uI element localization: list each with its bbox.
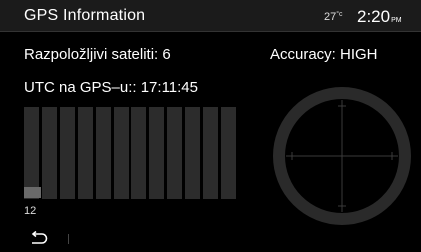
back-arrow-icon[interactable] bbox=[29, 231, 49, 245]
page-title: GPS Information bbox=[24, 7, 146, 24]
satellite-id-label: 12 bbox=[24, 205, 37, 217]
signal-bar bbox=[95, 107, 111, 199]
bottom-bar-divider bbox=[68, 234, 69, 244]
signal-bar bbox=[59, 107, 75, 199]
clock-ampm: PM bbox=[391, 17, 402, 24]
satellite-signal-level bbox=[24, 187, 41, 198]
temperature-unit: °c bbox=[336, 11, 343, 18]
signal-bar bbox=[113, 107, 129, 199]
utc-time-label: UTC na GPS–u:: 17:11:45 bbox=[24, 79, 198, 96]
clock-time: 2:20 bbox=[357, 7, 391, 26]
header-bar: GPS Information 27°c 2:20PM bbox=[0, 0, 421, 31]
temperature-value: 27 bbox=[324, 11, 337, 23]
clock-display: 2:20PM bbox=[357, 7, 402, 27]
header-divider bbox=[0, 31, 421, 32]
temperature-display: 27°c bbox=[324, 11, 343, 23]
satellites-available-label: Razpoložljivi sateliti: 6 bbox=[24, 46, 171, 63]
signal-bar bbox=[41, 107, 57, 199]
signal-bar bbox=[203, 107, 218, 199]
signal-bar bbox=[185, 107, 201, 199]
signal-bar bbox=[24, 107, 39, 199]
signal-bar bbox=[77, 107, 93, 199]
signal-bar bbox=[131, 107, 147, 199]
accuracy-label: Accuracy: HIGH bbox=[270, 46, 378, 63]
signal-bar bbox=[149, 107, 165, 199]
signal-bar bbox=[167, 107, 183, 199]
sky-plot-compass-icon bbox=[273, 87, 411, 225]
signal-bar bbox=[220, 107, 236, 199]
